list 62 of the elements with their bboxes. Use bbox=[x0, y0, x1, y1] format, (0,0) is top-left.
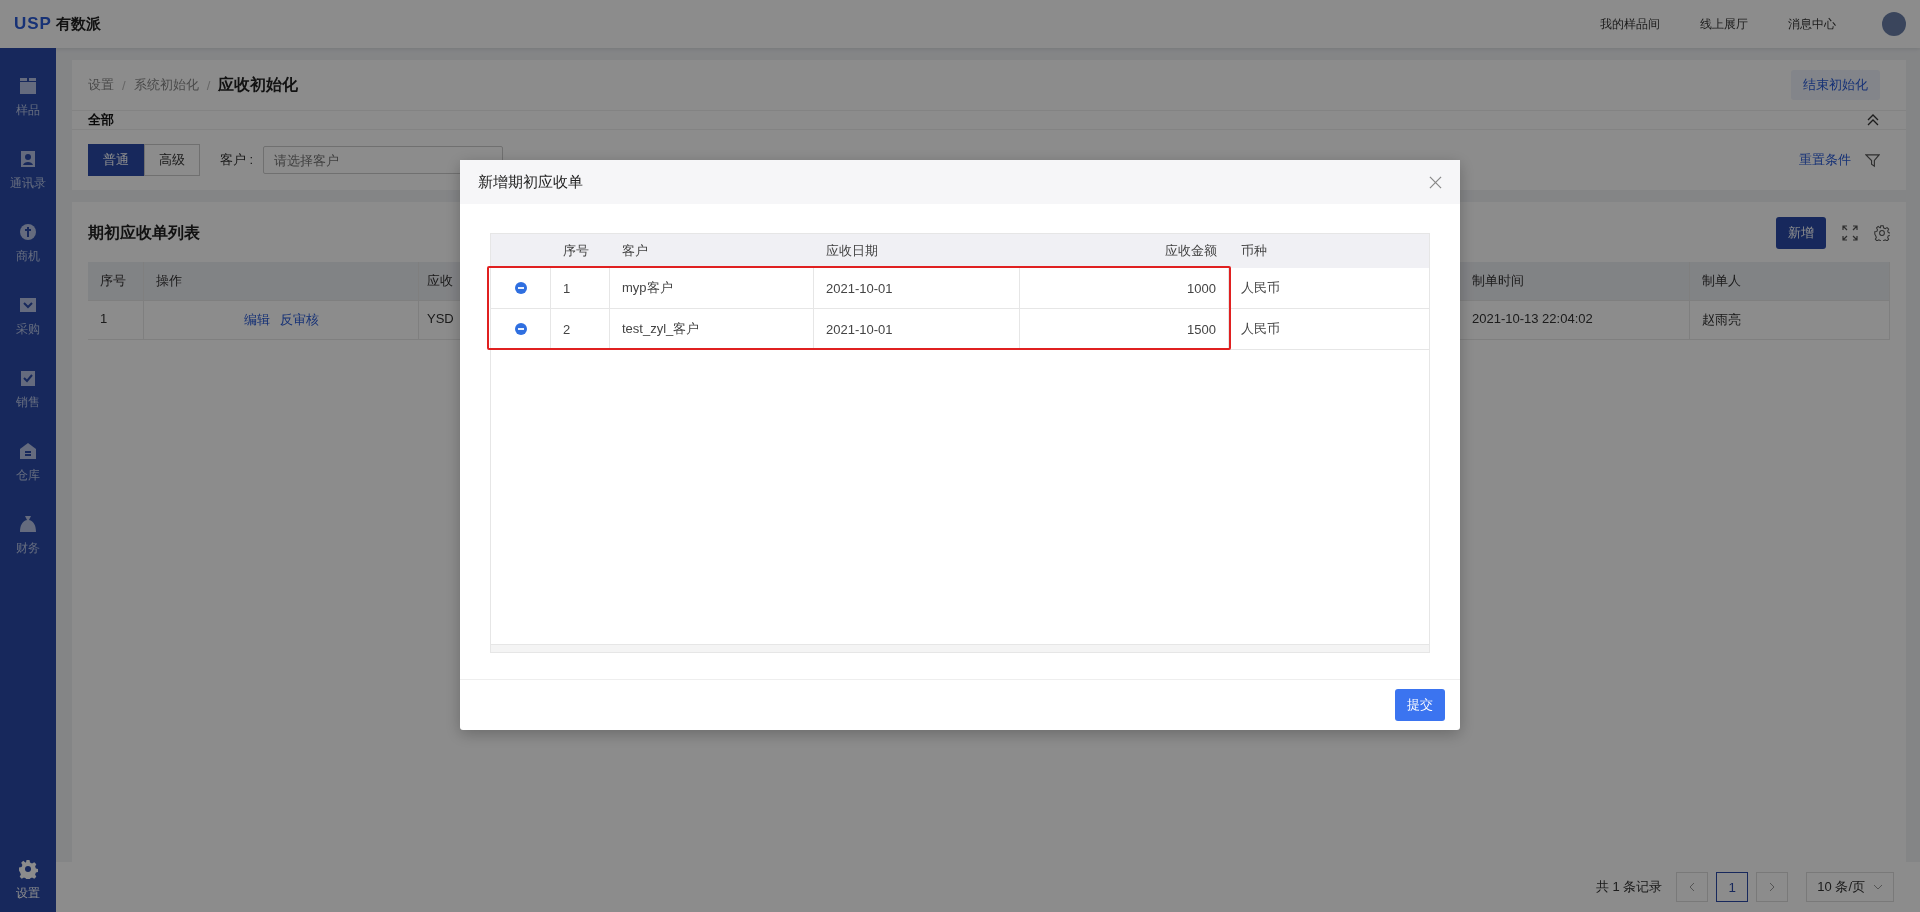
remove-row-icon[interactable] bbox=[514, 323, 527, 335]
reset-link[interactable]: 重置条件 bbox=[1799, 151, 1851, 169]
horizontal-scrollbar[interactable] bbox=[491, 644, 1429, 652]
modal-title: 新增期初应收单 bbox=[478, 172, 583, 192]
breadcrumb-current: 应收初始化 bbox=[218, 74, 299, 95]
column-header: 客户 bbox=[621, 242, 649, 260]
fullscreen-icon[interactable] bbox=[1842, 225, 1858, 241]
filter-icon[interactable] bbox=[1865, 152, 1880, 168]
settings-icon bbox=[18, 859, 38, 879]
row-action-link[interactable]: 反审核 bbox=[279, 311, 319, 329]
sidebar-item[interactable]: 商机 bbox=[0, 222, 56, 265]
list-title: 期初应收单列表 bbox=[88, 222, 200, 243]
top-nav-link[interactable]: 线上展厅 bbox=[1700, 15, 1748, 33]
collapse-icon[interactable] bbox=[1866, 113, 1880, 127]
top-nav-link[interactable]: 我的样品间 bbox=[1600, 15, 1660, 33]
sidebar-item[interactable]: 销售 bbox=[0, 368, 56, 411]
clipboard-icon bbox=[18, 368, 38, 388]
close-icon[interactable] bbox=[1429, 175, 1442, 189]
column-header: 币种 bbox=[1240, 242, 1268, 260]
field-label: 客户 : bbox=[220, 151, 254, 169]
sidebar-item[interactable]: 设置 bbox=[0, 859, 56, 902]
page-size-select[interactable]: 10 条/页 bbox=[1806, 872, 1894, 902]
avatar[interactable] bbox=[1882, 12, 1906, 36]
money-bag-icon bbox=[18, 514, 38, 534]
customer-select[interactable]: 请选择客户 bbox=[263, 146, 504, 174]
caret-down-icon bbox=[1873, 882, 1883, 892]
top-nav-link[interactable]: 消息中心 bbox=[1788, 15, 1836, 33]
column-header: 应收金额 bbox=[1164, 242, 1218, 260]
column-header: 序号 bbox=[88, 262, 144, 300]
add-button[interactable]: 新增 bbox=[1776, 217, 1826, 249]
column-header: 制单人 bbox=[1690, 262, 1890, 300]
column-header: 序号 bbox=[562, 242, 590, 260]
mode-toggle[interactable]: 高级 bbox=[144, 144, 200, 176]
breadcrumb-item[interactable]: 设置 bbox=[88, 76, 114, 94]
box-icon bbox=[18, 76, 38, 96]
page-button[interactable]: 1 bbox=[1716, 872, 1749, 902]
settings-icon[interactable] bbox=[1874, 225, 1890, 241]
row-action-link[interactable]: 编辑 bbox=[243, 311, 270, 329]
table-cell-text: 人民币 bbox=[1240, 320, 1281, 338]
warehouse-icon bbox=[18, 441, 38, 461]
sidebar-item[interactable]: 仓库 bbox=[0, 441, 56, 484]
sidebar-item[interactable]: 采购 bbox=[0, 295, 56, 338]
table-cell-text: 人民币 bbox=[1240, 279, 1281, 297]
basket-icon bbox=[18, 295, 38, 315]
table-cell: 1 bbox=[88, 301, 144, 339]
breadcrumb-separator: / bbox=[122, 77, 126, 93]
logo-text: 有数派 bbox=[55, 14, 101, 34]
submit-button[interactable]: 提交 bbox=[1395, 689, 1445, 721]
sidebar-item[interactable]: 财务 bbox=[0, 514, 56, 557]
remove-row-icon[interactable] bbox=[514, 282, 527, 294]
column-header: 应收日期 bbox=[825, 242, 879, 260]
breadcrumb-item[interactable]: 系统初始化 bbox=[133, 76, 199, 94]
breadcrumb-separator: / bbox=[206, 77, 211, 93]
column-header: 操作 bbox=[144, 262, 419, 300]
sidebar-item[interactable]: 通讯录 bbox=[0, 149, 56, 192]
end-initialization-button[interactable]: 结束初始化 bbox=[1791, 70, 1880, 100]
mode-toggle[interactable]: 普通 bbox=[88, 144, 144, 176]
logo-mark: USP bbox=[14, 14, 52, 34]
contact-card-icon bbox=[18, 149, 38, 169]
sidebar-item[interactable]: 样品 bbox=[0, 76, 56, 119]
table-cell: 赵雨亮 bbox=[1690, 301, 1890, 339]
record-count: 共 1 条记录 bbox=[1595, 878, 1663, 896]
